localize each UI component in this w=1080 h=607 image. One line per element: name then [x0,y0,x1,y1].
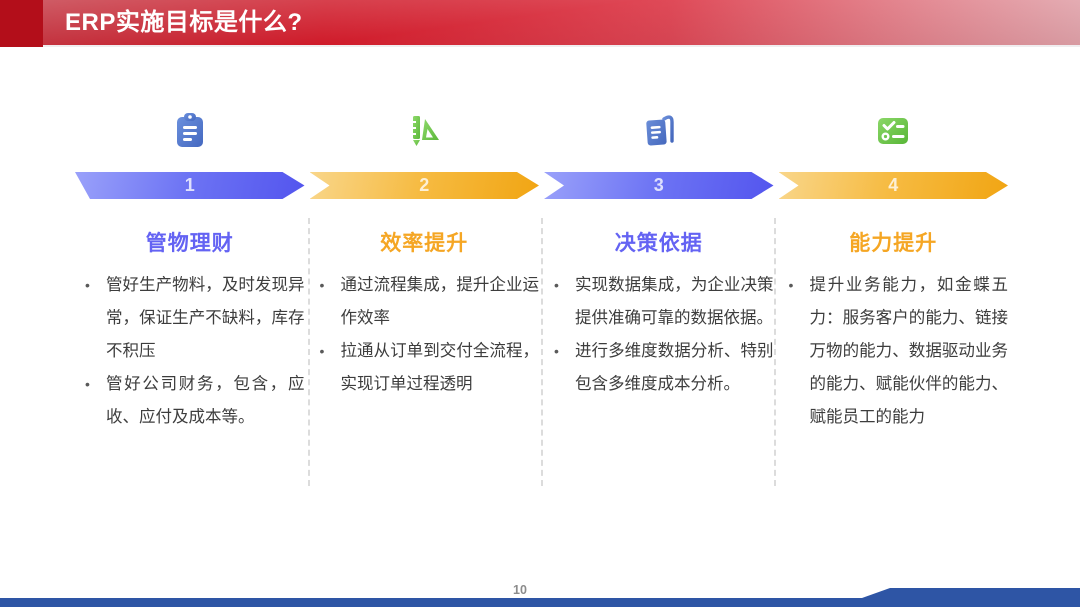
step-number: 3 [654,175,664,196]
step-banner-4: 4 [779,172,1009,199]
step-banner-1: 1 [75,172,305,199]
bullet-item: 进行多维度数据分析、特别包含多维度成本分析。 [544,335,774,401]
column-title: 管物理财 [75,227,305,257]
column-divider [308,218,310,486]
step-number: 4 [888,175,898,196]
bullet-item: 拉通从订单到交付全流程，实现订单过程透明 [310,335,540,401]
slide: ERP实施目标是什么? [0,0,1080,607]
report-document-icon [544,106,774,172]
column-divider [774,218,776,486]
pencil-ruler-icon [310,106,540,172]
step-banner-2: 2 [310,172,540,199]
bullet-list: 通过流程集成，提升企业运作效率 拉通从订单到交付全流程，实现订单过程透明 [310,269,540,401]
bullet-list: 实现数据集成，为企业决策提供准确可靠的数据依据。 进行多维度数据分析、特别包含多… [544,269,774,401]
content-area: 1 管物理财 管好生产物料，及时发现异常，保证生产不缺料，库存不积压 管好公司财… [75,106,1008,434]
bullet-item: 管好生产物料，及时发现异常，保证生产不缺料，库存不积压 [75,269,305,368]
slide-header: ERP实施目标是什么? [0,0,1080,47]
step-number: 2 [419,175,429,196]
bullet-list: 管好生产物料，及时发现异常，保证生产不缺料，库存不积压 管好公司财务，包含，应收… [75,269,305,434]
bullet-item: 实现数据集成，为企业决策提供准确可靠的数据依据。 [544,269,774,335]
bullet-item: 管好公司财务，包含，应收、应付及成本等。 [75,368,305,434]
step-banner-3: 3 [544,172,774,199]
column-goal-2: 2 效率提升 通过流程集成，提升企业运作效率 拉通从订单到交付全流程，实现订单过… [310,106,540,434]
column-goal-1: 1 管物理财 管好生产物料，及时发现异常，保证生产不缺料，库存不积压 管好公司财… [75,106,305,434]
footer-wedge-shape [862,588,1080,598]
column-title: 能力提升 [779,227,1009,257]
bullet-list: 提升业务能力，如金蝶五力：服务客户的能力、链接万物的能力、数据驱动业务的能力、赋… [779,269,1009,434]
header-accent-block [0,0,43,47]
column-divider [541,218,543,486]
checklist-icon [779,106,1009,172]
column-title: 效率提升 [310,227,540,257]
step-number: 1 [185,175,195,196]
page-title: ERP实施目标是什么? [65,0,303,47]
column-goal-4: 4 能力提升 提升业务能力，如金蝶五力：服务客户的能力、链接万物的能力、数据驱动… [779,106,1009,434]
bullet-item: 提升业务能力，如金蝶五力：服务客户的能力、链接万物的能力、数据驱动业务的能力、赋… [779,269,1009,434]
footer-bar [0,598,1080,607]
bullet-item: 通过流程集成，提升企业运作效率 [310,269,540,335]
clipboard-icon [75,106,305,172]
column-goal-3: 3 决策依据 实现数据集成，为企业决策提供准确可靠的数据依据。 进行多维度数据分… [544,106,774,434]
column-title: 决策依据 [544,227,774,257]
